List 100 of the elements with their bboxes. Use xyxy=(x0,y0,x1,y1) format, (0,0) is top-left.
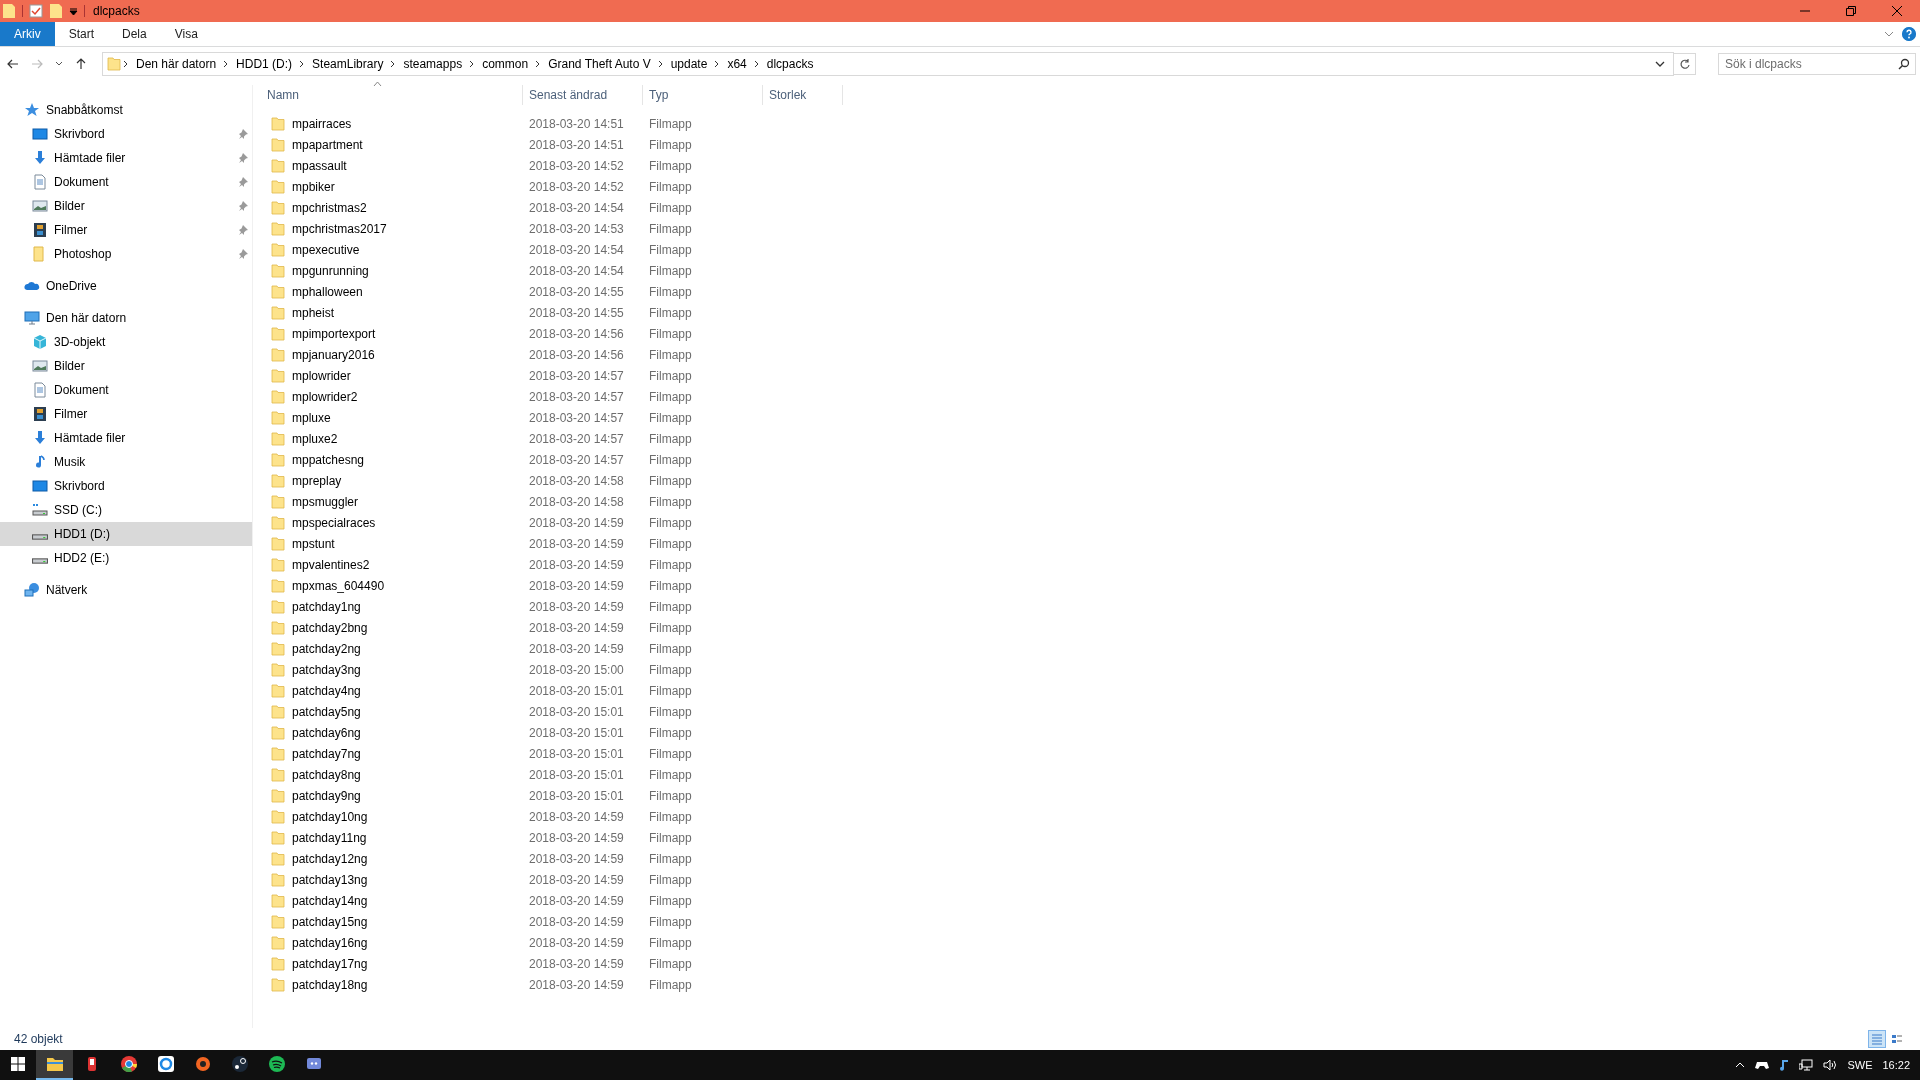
file-name[interactable]: mpreplay xyxy=(292,473,342,488)
nav-item[interactable]: Bilder xyxy=(0,194,252,218)
file-name[interactable]: mpassault xyxy=(292,158,347,173)
folder-icon xyxy=(271,536,285,551)
nav-item[interactable]: Hämtade filer xyxy=(0,426,252,450)
refresh-icon xyxy=(1678,58,1691,70)
file-name[interactable]: mpbiker xyxy=(292,179,335,194)
nav-item[interactable]: Dokument xyxy=(0,378,252,402)
file-name[interactable]: patchday16ng xyxy=(292,935,368,950)
help-icon[interactable] xyxy=(1902,27,1916,41)
nav-item[interactable]: Nätverk xyxy=(0,578,252,602)
folder-icon xyxy=(271,263,285,278)
language-indicator[interactable]: SWE xyxy=(1847,1059,1873,1071)
breadcrumb[interactable]: dlcpacks xyxy=(761,57,819,71)
refresh-button[interactable] xyxy=(1674,53,1696,75)
nav-item[interactable]: 3D-objekt xyxy=(0,330,252,354)
nav-item[interactable]: Bilder xyxy=(0,354,252,378)
nav-item[interactable]: HDD2 (E:) xyxy=(0,546,252,570)
folder-icon xyxy=(271,851,285,866)
file-name[interactable]: mpjanuary2016 xyxy=(292,347,375,362)
file-name[interactable]: mpsmuggler xyxy=(292,494,359,509)
type-cell-text: Filmapp xyxy=(648,536,693,551)
breadcrumb[interactable]: SteamLibrary xyxy=(307,57,389,71)
file-name[interactable]: patchday18ng xyxy=(292,977,368,992)
breadcrumb[interactable]: Den här datorn xyxy=(131,57,222,71)
file-name[interactable]: mpheist xyxy=(292,305,335,320)
ribbon-tab[interactable]: Dela xyxy=(108,22,161,46)
file-name[interactable]: patchday13ng xyxy=(292,872,368,887)
nav-item[interactable]: Filmer xyxy=(0,218,252,242)
nav-item[interactable]: Dokument xyxy=(0,170,252,194)
file-name[interactable]: mpvalentines2 xyxy=(292,557,370,572)
file-name[interactable]: patchday7ng xyxy=(292,746,361,761)
file-name[interactable]: patchday14ng xyxy=(292,893,368,908)
file-name[interactable]: mpchristmas2 xyxy=(292,200,367,215)
file-name[interactable]: patchday6ng xyxy=(292,725,361,740)
nav-item[interactable]: Hämtade filer xyxy=(0,146,252,170)
nav-item[interactable]: Musik xyxy=(0,450,252,474)
file-name[interactable]: mpairraces xyxy=(292,116,352,131)
file-name[interactable]: mpgunrunning xyxy=(292,263,369,278)
dropdown-icon[interactable] xyxy=(69,6,78,16)
file-name[interactable]: patchday9ng xyxy=(292,788,361,803)
file-name[interactable]: mpstunt xyxy=(292,536,335,551)
breadcrumb[interactable]: HDD1 (D:) xyxy=(231,57,298,71)
nav-item[interactable]: HDD1 (D:) xyxy=(0,522,252,546)
nav-item[interactable]: Skrivbord xyxy=(0,122,252,146)
file-name[interactable]: mplowrider xyxy=(292,368,351,383)
caret-icon xyxy=(55,61,63,67)
file-name[interactable]: mplowrider2 xyxy=(292,389,358,404)
breadcrumb[interactable]: update xyxy=(665,57,713,71)
volume-icon[interactable] xyxy=(1823,1059,1838,1071)
ribbon-tab[interactable]: Arkiv xyxy=(0,22,55,46)
date-cell-text: 2018-03-20 14:54 xyxy=(528,200,625,215)
type-cell-text: Filmapp xyxy=(648,305,693,320)
file-name[interactable]: mpluxe2 xyxy=(292,431,338,446)
dropdown-caret-icon[interactable] xyxy=(1655,60,1665,68)
address-bar[interactable]: Den här datorn HDD1 (D:) SteamLibrary steamapps common Grand Theft Auto V update x64 dlcpacks xyxy=(102,52,1674,76)
expand-ribbon-icon[interactable] xyxy=(1884,31,1894,37)
file-name[interactable]: mpspecialraces xyxy=(292,515,376,530)
taskbar-app[interactable] xyxy=(36,1050,73,1080)
file-name[interactable]: mphalloween xyxy=(292,284,363,299)
file-name[interactable]: patchday4ng xyxy=(292,683,361,698)
file-name[interactable]: patchday2ng xyxy=(292,641,361,656)
file-name[interactable]: patchday3ng xyxy=(292,662,361,677)
breadcrumb[interactable]: x64 xyxy=(722,57,752,71)
breadcrumb[interactable]: common xyxy=(477,57,534,71)
nav-item[interactable]: Den här datorn xyxy=(0,306,252,330)
file-name[interactable]: patchday5ng xyxy=(292,704,361,719)
nav-item[interactable]: Filmer xyxy=(0,402,252,426)
search-field[interactable]: Sök i dlcpacks xyxy=(1718,53,1916,75)
ribbon-tab[interactable]: Visa xyxy=(160,22,212,46)
network-icon[interactable] xyxy=(1799,1059,1814,1071)
file-name[interactable]: patchday8ng xyxy=(292,767,361,782)
file-name[interactable]: mpapartment xyxy=(292,137,363,152)
file-name[interactable]: mpexecutive xyxy=(292,242,360,257)
chevron-up-icon[interactable] xyxy=(1735,1062,1746,1068)
file-name[interactable]: patchday12ng xyxy=(292,851,368,866)
file-name[interactable]: patchday17ng xyxy=(292,956,368,971)
ribbon-tab[interactable]: Start xyxy=(54,22,108,46)
file-name[interactable]: mppatchesng xyxy=(292,452,365,467)
nav-item[interactable]: Skrivbord xyxy=(0,474,252,498)
music-note-icon[interactable] xyxy=(1779,1059,1790,1071)
nav-item[interactable]: Photoshop xyxy=(0,242,252,266)
file-name[interactable]: mpchristmas2017 xyxy=(292,221,387,236)
file-name[interactable]: patchday15ng xyxy=(292,914,368,929)
file-name[interactable]: patchday1ng xyxy=(292,599,361,614)
file-name[interactable]: mpluxe xyxy=(292,410,331,425)
file-name[interactable]: patchday2bng xyxy=(292,620,368,635)
file-name[interactable]: mpxmas_604490 xyxy=(292,578,385,593)
type-cell-text: Filmapp xyxy=(648,557,693,572)
breadcrumb[interactable]: steamapps xyxy=(398,57,468,71)
clock[interactable]: 16:22 xyxy=(1882,1059,1910,1071)
nav-item[interactable]: OneDrive xyxy=(0,274,252,298)
breadcrumb[interactable]: Grand Theft Auto V xyxy=(543,57,656,71)
nav-item[interactable]: Snabbåtkomst xyxy=(0,98,252,122)
file-name[interactable]: patchday11ng xyxy=(292,830,367,845)
nav-item[interactable]: SSD (C:) xyxy=(0,498,252,522)
file-name[interactable]: mpimportexport xyxy=(292,326,376,341)
file-name[interactable]: patchday10ng xyxy=(292,809,368,824)
gamepad-icon[interactable] xyxy=(1755,1060,1770,1070)
properties-icon[interactable] xyxy=(29,4,43,18)
